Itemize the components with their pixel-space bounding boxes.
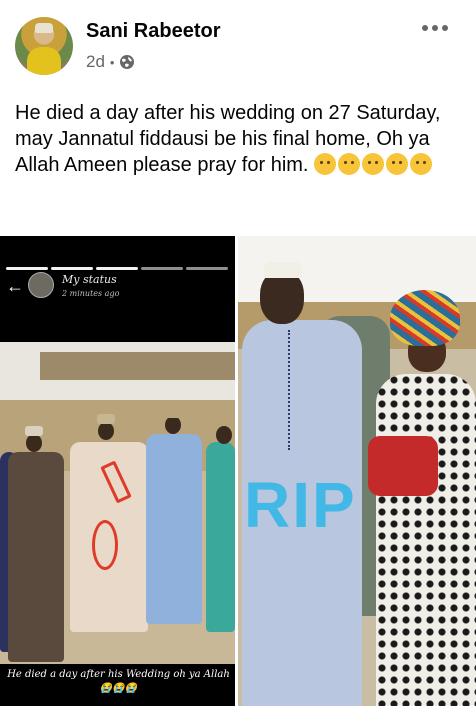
post-media-grid: ← My status 2 minutes ago He died a day …	[0, 236, 476, 706]
rip-overlay-text: RIP	[244, 469, 357, 541]
person-cap	[97, 414, 115, 424]
person-cap	[164, 408, 182, 418]
photo-right-couple[interactable]: RIP	[238, 236, 476, 706]
globe-icon	[120, 55, 135, 69]
red-annotation	[92, 520, 118, 570]
author-name[interactable]: Sani Rabeetor	[86, 20, 220, 43]
status-progress	[6, 267, 228, 270]
status-header: ← My status 2 minutes ago	[0, 236, 235, 342]
post-timestamp[interactable]: 2d	[86, 52, 105, 72]
loudly-crying-face-emoji	[362, 153, 385, 175]
more-options-icon[interactable]	[422, 22, 448, 34]
status-title: My status	[62, 273, 117, 286]
person-cap	[25, 426, 43, 436]
robe-embroidery	[288, 330, 294, 450]
building-roof	[40, 352, 235, 380]
wedding-group-photo	[0, 342, 235, 664]
photo-left-status-screenshot[interactable]: ← My status 2 minutes ago He died a day …	[0, 236, 235, 706]
groom-head	[260, 270, 304, 324]
post-header: Sani Rabeetor 2d •	[0, 0, 476, 90]
bride-red-wrap	[368, 436, 438, 496]
person-head	[216, 426, 232, 444]
bride-dress	[376, 374, 476, 706]
bride-figure	[368, 286, 476, 706]
bride-headwrap	[390, 290, 460, 346]
author-avatar[interactable]	[15, 17, 73, 75]
person-head	[98, 422, 114, 440]
post-body: He died a day after his wedding on 27 Sa…	[15, 100, 465, 178]
person	[206, 442, 235, 632]
sad-face-emoji	[314, 153, 337, 175]
person-head	[165, 416, 181, 434]
meta-separator: •	[109, 54, 115, 70]
loudly-crying-face-emoji	[410, 153, 433, 175]
back-arrow-icon: ←	[6, 276, 24, 296]
loudly-crying-face-emoji	[386, 153, 409, 175]
groom-cap	[264, 262, 302, 278]
status-avatar	[28, 272, 54, 298]
status-time: 2 minutes ago	[62, 289, 120, 298]
status-caption: He died a day after his Wedding oh ya Al…	[7, 669, 230, 694]
emoji-row	[314, 153, 434, 176]
status-caption-bar: He died a day after his Wedding oh ya Al…	[0, 664, 235, 706]
person-head	[26, 434, 42, 452]
crying-face-emoji	[338, 153, 361, 175]
avatar-hat	[35, 23, 53, 33]
person	[8, 452, 64, 662]
post-meta: 2d •	[86, 52, 135, 72]
person	[146, 434, 202, 624]
avatar-robe	[27, 47, 61, 75]
